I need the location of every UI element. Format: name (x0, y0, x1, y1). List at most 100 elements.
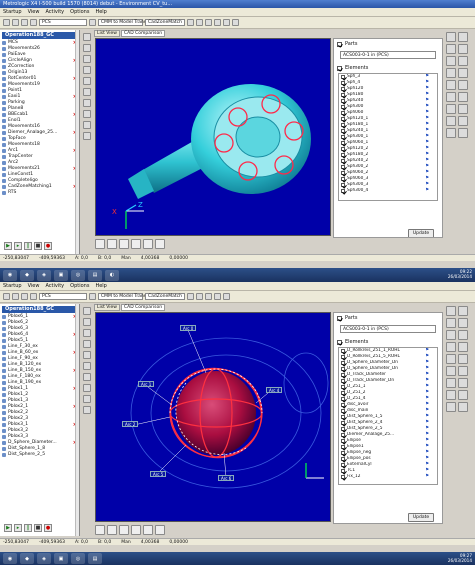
undo-icon[interactable] (30, 19, 37, 26)
element-checkbox[interactable] (341, 415, 345, 419)
element-checkbox[interactable] (341, 427, 345, 431)
tool-icon[interactable] (196, 19, 203, 26)
play-icon[interactable]: ▶ (4, 242, 12, 250)
menu-activity[interactable]: Activity (45, 283, 64, 289)
tool-icon[interactable] (232, 19, 239, 26)
element-checkbox[interactable] (341, 445, 345, 449)
tree-scrollbar[interactable] (75, 30, 79, 254)
element-checkbox[interactable] (341, 153, 345, 157)
element-checkbox[interactable] (341, 129, 345, 133)
app-icon[interactable]: ▤ (88, 553, 102, 564)
tool-icon[interactable] (83, 66, 91, 74)
element-checkbox[interactable] (341, 397, 345, 401)
element-checkbox[interactable] (341, 165, 345, 169)
arc-callout[interactable]: Arc 4 (266, 387, 283, 393)
element-checkbox[interactable] (341, 361, 345, 365)
app-icon[interactable]: ◎ (71, 269, 85, 281)
mode-extra-select[interactable]: CadZoneMatch (145, 19, 185, 26)
element-row[interactable]: Sph300_4 ⚑ (339, 188, 437, 194)
tool-icon[interactable] (446, 354, 456, 364)
tool-icon[interactable] (458, 56, 468, 66)
undo-icon[interactable] (30, 293, 37, 300)
app-icon[interactable]: ◆ (20, 553, 34, 564)
probe-icon[interactable] (155, 239, 165, 249)
rotate-icon[interactable] (119, 239, 129, 249)
tool-icon[interactable] (458, 116, 468, 126)
app-icon[interactable]: ◆ (20, 269, 34, 281)
element-checkbox[interactable] (341, 439, 345, 443)
app-icon[interactable]: ▤ (88, 269, 102, 281)
save-icon[interactable] (21, 293, 28, 300)
tab-list-view[interactable]: List View (94, 30, 120, 37)
tool-icon[interactable] (458, 342, 468, 352)
tool-icon[interactable] (458, 44, 468, 54)
tool-icon[interactable] (446, 44, 456, 54)
tool-icon[interactable] (446, 390, 456, 400)
tool-icon[interactable] (187, 19, 194, 26)
tree-scrollbar[interactable] (75, 304, 79, 536)
menu-help[interactable]: Help (95, 283, 106, 289)
tool-icon[interactable] (446, 32, 456, 42)
tool-icon[interactable] (83, 307, 91, 315)
menu-view[interactable]: View (28, 283, 40, 289)
tool-icon[interactable] (446, 56, 456, 66)
tool-icon[interactable] (83, 362, 91, 370)
save-icon[interactable] (21, 19, 28, 26)
element-checkbox[interactable] (341, 147, 345, 151)
element-checkbox[interactable] (341, 99, 345, 103)
tool-icon[interactable] (458, 92, 468, 102)
tool-icon[interactable] (83, 384, 91, 392)
tool-icon[interactable] (83, 351, 91, 359)
arc-callout[interactable]: Arc 0 (180, 325, 197, 331)
fit-icon[interactable] (131, 239, 141, 249)
element-checkbox[interactable] (341, 75, 345, 79)
new-icon[interactable] (3, 293, 10, 300)
app-icon[interactable]: ◐ (105, 269, 119, 281)
plane-icon[interactable] (143, 239, 153, 249)
frame-select[interactable]: PCS (39, 19, 87, 26)
element-row[interactable]: Fix_12 ⚑ (339, 474, 437, 480)
tool-icon[interactable] (83, 318, 91, 326)
parts-checkbox[interactable] (337, 315, 342, 321)
tool-icon[interactable] (458, 68, 468, 78)
arc-callout[interactable]: Arc 6 (218, 475, 235, 481)
part-select[interactable]: ACS003-0-1 in (PCS) (340, 325, 436, 333)
arc-callout[interactable]: Arc 5 (150, 471, 167, 477)
tool-icon[interactable] (446, 104, 456, 114)
element-checkbox[interactable] (341, 421, 345, 425)
mode-select[interactable]: CMM to Model Transf. (98, 293, 149, 300)
element-checkbox[interactable] (341, 367, 345, 371)
tool-icon[interactable] (446, 306, 456, 316)
tool-icon[interactable] (83, 77, 91, 85)
record-icon[interactable]: ● (44, 242, 52, 250)
cad-viewport[interactable]: X Z (95, 38, 331, 236)
element-checkbox[interactable] (341, 117, 345, 121)
element-checkbox[interactable] (341, 469, 345, 473)
plane-icon[interactable] (143, 525, 153, 535)
element-checkbox[interactable] (341, 379, 345, 383)
curve-icon[interactable] (107, 239, 117, 249)
tool-icon[interactable] (83, 55, 91, 63)
element-checkbox[interactable] (341, 81, 345, 85)
menu-activity[interactable]: Activity (45, 9, 64, 15)
elements-checkbox[interactable] (337, 65, 342, 71)
menu-options[interactable]: Options (70, 283, 89, 289)
element-checkbox[interactable] (341, 475, 345, 479)
tool-icon[interactable] (458, 318, 468, 328)
tool-icon[interactable] (214, 19, 221, 26)
tool-icon[interactable] (458, 330, 468, 340)
tool-icon[interactable] (458, 378, 468, 388)
app-icon[interactable]: ▣ (54, 269, 68, 281)
tool-icon[interactable] (214, 293, 221, 300)
update-button[interactable]: Update (408, 229, 434, 237)
menu-startup[interactable]: Startup (3, 283, 22, 289)
elements-checkbox[interactable] (337, 339, 342, 345)
zoom-icon[interactable] (95, 525, 105, 535)
step-icon[interactable]: ▸ (14, 242, 22, 250)
element-checkbox[interactable] (341, 391, 345, 395)
element-checkbox[interactable] (341, 93, 345, 97)
stop-icon[interactable]: ■ (34, 524, 42, 532)
element-checkbox[interactable] (341, 451, 345, 455)
element-checkbox[interactable] (341, 189, 345, 193)
mode-select[interactable]: CMM to Model Transf. (98, 19, 149, 26)
